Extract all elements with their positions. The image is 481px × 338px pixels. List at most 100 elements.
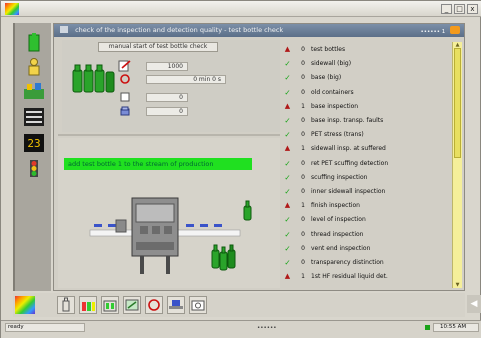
count-field: 1000: [146, 62, 188, 71]
check-icon: ✓: [284, 130, 291, 140]
window-icon: [60, 26, 68, 33]
application-window: _ □ x 23 check of the inspection and det…: [0, 0, 481, 338]
list-item[interactable]: ✓ 0 sidewall (big): [280, 59, 452, 69]
list-item[interactable]: ▲ 0 test bottles: [280, 45, 452, 55]
item-label: ret PET scuffing detection: [311, 159, 389, 167]
bottle-icon[interactable]: [57, 296, 75, 314]
sheet-icon: [120, 92, 130, 102]
list-item[interactable]: ▲ 1 1st HF residual liquid det.: [280, 272, 452, 282]
item-count: 1: [301, 102, 305, 110]
item-count: 1: [301, 273, 305, 281]
item-count: 0: [301, 60, 305, 68]
minimize-button[interactable]: _: [441, 4, 452, 14]
status-bar: ready •••••• 10:55 AM: [1, 320, 481, 338]
person-icon[interactable]: [23, 57, 45, 77]
alert-flag-icon[interactable]: [450, 26, 460, 34]
item-label: transparency distinction: [311, 259, 384, 266]
list-item[interactable]: ✓ 0 old containers: [280, 88, 452, 98]
item-count: 0: [301, 259, 305, 266]
check-icon: ✓: [284, 87, 291, 97]
signal-lamp-icon[interactable]: [23, 159, 45, 179]
item-count: 0: [301, 216, 305, 224]
color-palette-icon[interactable]: [15, 296, 35, 314]
status-led-icon: [425, 325, 430, 330]
list-item[interactable]: ✓ 0 inner sidewall inspection: [280, 187, 452, 197]
green-bottle-icon[interactable]: [23, 33, 45, 53]
conveyor-icon[interactable]: [167, 296, 185, 314]
list-item[interactable]: ✓ 0 base (big): [280, 73, 452, 83]
item-label: thread inspection: [311, 230, 364, 238]
item-label: base insp. transp. faults: [311, 117, 384, 124]
list-item[interactable]: ✓ 0 ret PET scuffing detection: [280, 159, 452, 169]
app-logo-icon: [5, 3, 19, 15]
list-item[interactable]: ▲ 1 base inspection: [280, 102, 452, 112]
status-text: ready: [5, 323, 85, 332]
production-line-diagram: [88, 180, 278, 280]
back-button[interactable]: ◀: [467, 295, 481, 313]
stop-icon: [120, 74, 130, 84]
production-line-panel: add test bottle 1 to the stream of produ…: [58, 138, 280, 288]
instruction-message: add test bottle 1 to the stream of produ…: [64, 158, 252, 170]
warning-triangle-icon: ▲: [284, 45, 291, 53]
camera-icon[interactable]: [189, 296, 207, 314]
item-label: vent end inspection: [311, 244, 371, 252]
check-icon: ✓: [284, 187, 291, 196]
list-item[interactable]: ✓ 0 PET stress (trans): [280, 130, 452, 140]
item-label: finish inspection: [311, 202, 360, 210]
main-panel: check of the inspection and detection qu…: [53, 23, 465, 291]
section-divider: [58, 134, 280, 136]
item-count: 0: [301, 188, 305, 195]
list-item[interactable]: ✓ 0 thread inspection: [280, 230, 452, 240]
item-count: 1: [301, 145, 305, 153]
bottom-toolbar: [13, 293, 465, 317]
warning-triangle-icon: ▲: [284, 101, 291, 110]
item-label: test bottles: [311, 46, 346, 53]
page-title: check of the inspection and detection qu…: [75, 26, 284, 34]
list-icon[interactable]: [23, 107, 45, 127]
list-item[interactable]: ✓ 0 base insp. transp. faults: [280, 116, 452, 126]
check-icon: ✓: [284, 73, 291, 83]
item-count: 0: [301, 173, 305, 181]
clipboard-icon: [118, 60, 132, 72]
item-label: 1st HF residual liquid det.: [311, 273, 388, 281]
item-label: old containers: [311, 88, 354, 96]
warning-triangle-icon: ▲: [284, 144, 291, 153]
status-indicator: ••••••: [257, 325, 277, 331]
close-button[interactable]: x: [467, 4, 478, 14]
header-right-text: •••••• 1: [420, 29, 446, 35]
check-icon: ✓: [284, 229, 291, 239]
item-label: sidewall insp. at suffered: [311, 145, 386, 153]
list-item[interactable]: ▲ 1 finish inspection: [280, 201, 452, 211]
list-item[interactable]: ▲ 1 sidewall insp. at suffered: [280, 144, 452, 154]
machine-status-icon[interactable]: [23, 81, 45, 101]
stack-icon: [120, 106, 130, 116]
inspection-icon[interactable]: [123, 296, 141, 314]
manual-start-button[interactable]: manual start of test bottle check: [98, 42, 218, 52]
list-item[interactable]: ✓ 0 scuffing inspection: [280, 173, 452, 183]
item-count: 0: [301, 159, 305, 167]
bottle-rack-icon[interactable]: [101, 296, 119, 314]
bottle-group-icon: [70, 60, 118, 94]
list-item[interactable]: ✓ 0 transparency distinction: [280, 258, 452, 268]
item-count: 0: [301, 117, 305, 124]
list-item[interactable]: ✓ 0 level of inspection: [280, 215, 452, 225]
time-field: 0 min 0 s: [146, 75, 226, 84]
check-icon: ✓: [284, 258, 291, 267]
item-count: 0: [301, 230, 305, 238]
svg-text:23: 23: [27, 137, 40, 150]
panel-header: check of the inspection and detection qu…: [54, 24, 464, 37]
counter-icon[interactable]: 23: [23, 133, 45, 153]
item-count: 0: [301, 46, 305, 53]
check-icon: ✓: [284, 116, 291, 125]
reject-icon[interactable]: [145, 296, 163, 314]
scrollbar-thumb[interactable]: [454, 48, 461, 158]
list-item[interactable]: ✓ 0 vent end inspection: [280, 244, 452, 254]
maximize-button[interactable]: □: [454, 4, 465, 14]
item-count: 0: [301, 131, 305, 139]
item-label: base (big): [311, 74, 342, 82]
check-icon: ✓: [284, 59, 291, 69]
list-scrollbar[interactable]: ▲ ▼: [452, 42, 462, 288]
item-label: scuffing inspection: [311, 173, 368, 181]
bottle-set-icon[interactable]: [79, 296, 97, 314]
scroll-down-icon[interactable]: ▼: [453, 282, 462, 288]
